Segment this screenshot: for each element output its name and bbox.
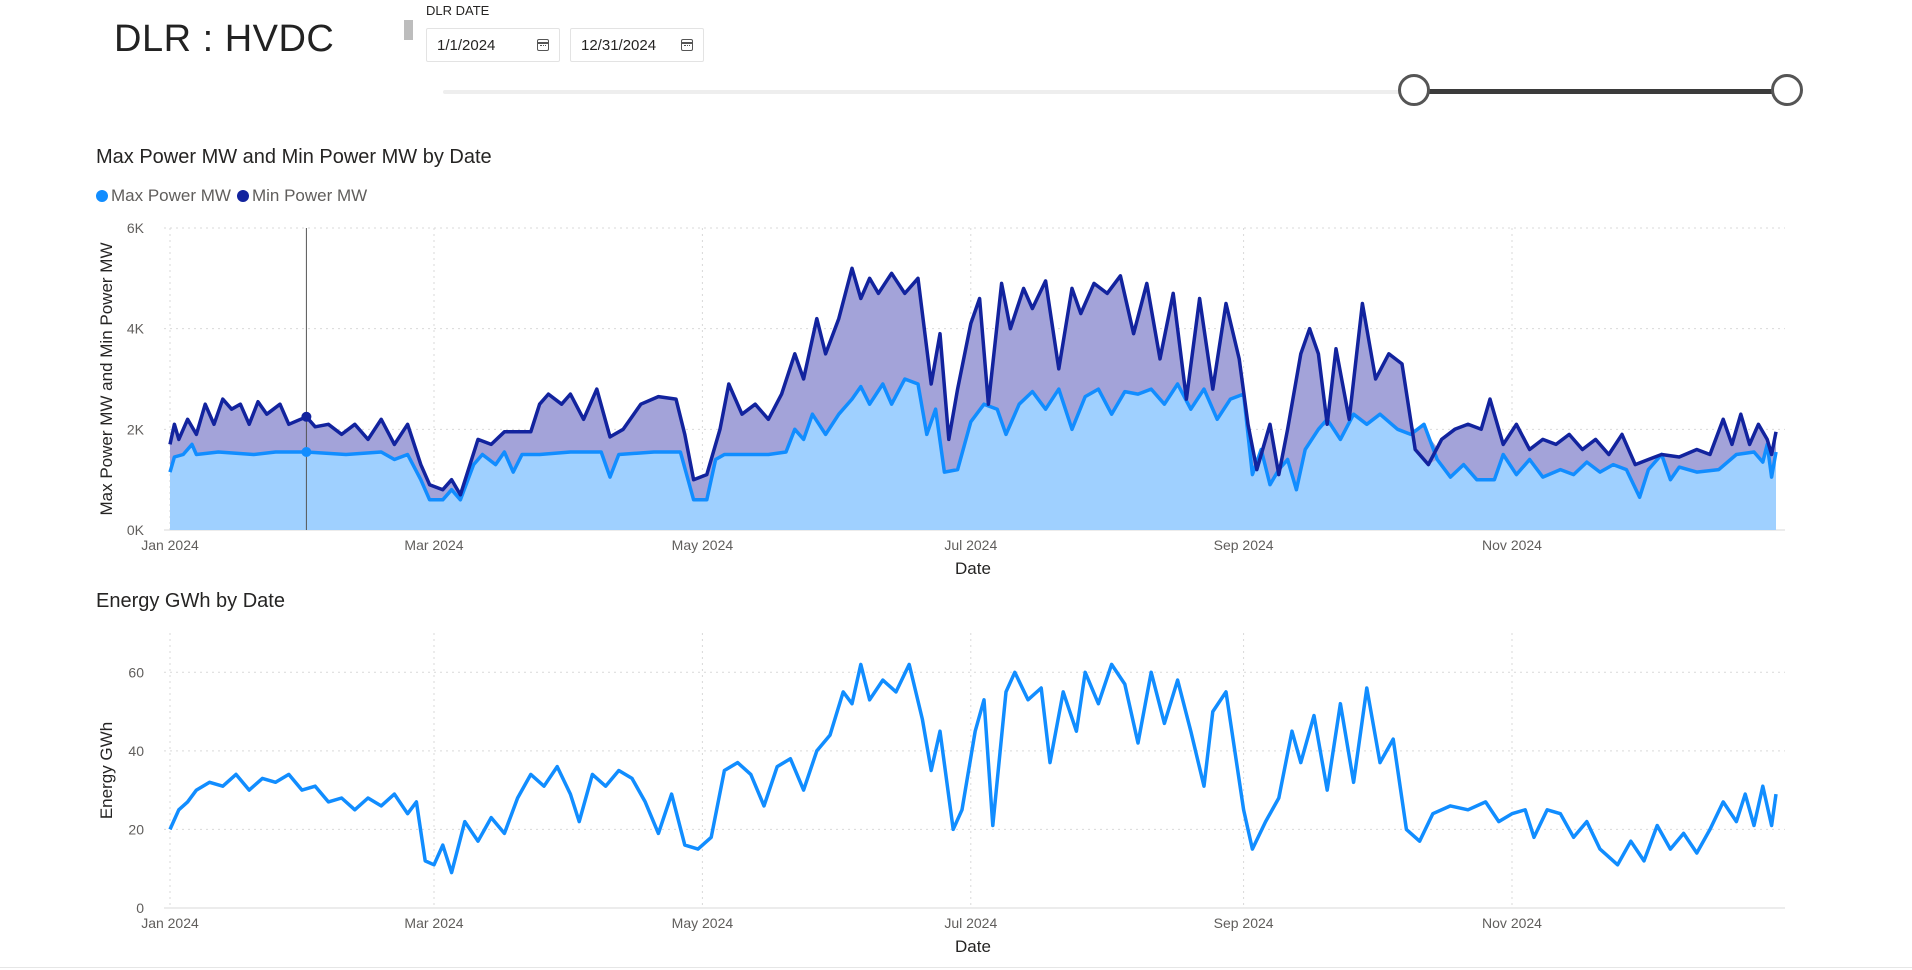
x-tick-label: Sep 2024 bbox=[1214, 537, 1274, 553]
energy-line[interactable] bbox=[168, 662, 1778, 875]
x-axis-title: Date bbox=[955, 937, 991, 956]
y-tick-label: 0 bbox=[136, 900, 144, 916]
calendar-icon[interactable] bbox=[681, 39, 693, 51]
range-start-thumb[interactable] bbox=[1398, 74, 1430, 106]
range-end-thumb[interactable] bbox=[1771, 74, 1803, 106]
y-tick-label: 60 bbox=[128, 664, 144, 680]
x-tick-label: Jul 2024 bbox=[944, 915, 997, 931]
x-axis-title: Date bbox=[955, 559, 991, 578]
y-tick-label: 2K bbox=[127, 421, 145, 437]
x-tick-label: Mar 2024 bbox=[404, 915, 463, 931]
y-tick-label: 0K bbox=[127, 522, 145, 538]
y-tick-label: 20 bbox=[128, 821, 144, 837]
chart1-title: Max Power MW and Min Power MW by Date bbox=[96, 146, 492, 168]
x-tick-label: Mar 2024 bbox=[404, 537, 463, 553]
chart1-legend: Max Power MW Min Power MW bbox=[96, 186, 373, 206]
slicer-drag-handle[interactable] bbox=[404, 20, 413, 40]
x-tick-label: Jan 2024 bbox=[141, 915, 199, 931]
x-tick-label: May 2024 bbox=[672, 915, 734, 931]
legend-marker-max bbox=[96, 190, 108, 202]
x-tick-label: Nov 2024 bbox=[1482, 915, 1542, 931]
legend-marker-min bbox=[236, 190, 249, 202]
legend-item-max[interactable]: Max Power MW bbox=[96, 186, 231, 206]
y-axis-title: Max Power MW and Min Power MW bbox=[97, 243, 116, 516]
page-bottom-divider bbox=[0, 967, 1912, 968]
page-title: DLR : HVDC bbox=[114, 18, 335, 60]
start-date-value: 1/1/2024 bbox=[437, 36, 496, 54]
y-tick-label: 4K bbox=[127, 321, 145, 337]
start-date-input[interactable]: 1/1/2024 bbox=[426, 28, 560, 62]
energy-line-chart[interactable]: 0 20 40 60 Jan 2024 Mar 2024 May 2024 Jul 2024 S… bbox=[0, 625, 1912, 965]
y-tick-label: 40 bbox=[128, 743, 144, 759]
legend-label-min: Min Power MW bbox=[251, 186, 368, 205]
x-tick-label: Nov 2024 bbox=[1482, 537, 1542, 553]
y-axis-title: Energy GWh bbox=[97, 722, 116, 819]
x-tick-label: May 2024 bbox=[672, 537, 734, 553]
date-range-selection bbox=[1414, 89, 1786, 94]
x-tick-label: Jan 2024 bbox=[141, 537, 199, 553]
end-date-input[interactable]: 12/31/2024 bbox=[570, 28, 704, 62]
hover-point-min[interactable] bbox=[301, 411, 312, 422]
y-tick-label: 6K bbox=[127, 220, 145, 236]
x-tick-label: Sep 2024 bbox=[1214, 915, 1274, 931]
end-date-value: 12/31/2024 bbox=[581, 36, 657, 54]
hover-point-max[interactable] bbox=[301, 446, 312, 457]
legend-item-min[interactable]: Min Power MW bbox=[236, 186, 368, 206]
legend-label-max: Max Power MW bbox=[111, 186, 231, 205]
chart2-title: Energy GWh by Date bbox=[96, 590, 285, 612]
x-tick-label: Jul 2024 bbox=[944, 537, 997, 553]
date-slicer-label: DLR DATE bbox=[426, 3, 490, 18]
calendar-icon[interactable] bbox=[537, 39, 549, 51]
power-area-chart[interactable]: 0K 2K 4K 6K Jan 2024 Mar 2024 May 2024 Jul 2024… bbox=[0, 215, 1912, 585]
